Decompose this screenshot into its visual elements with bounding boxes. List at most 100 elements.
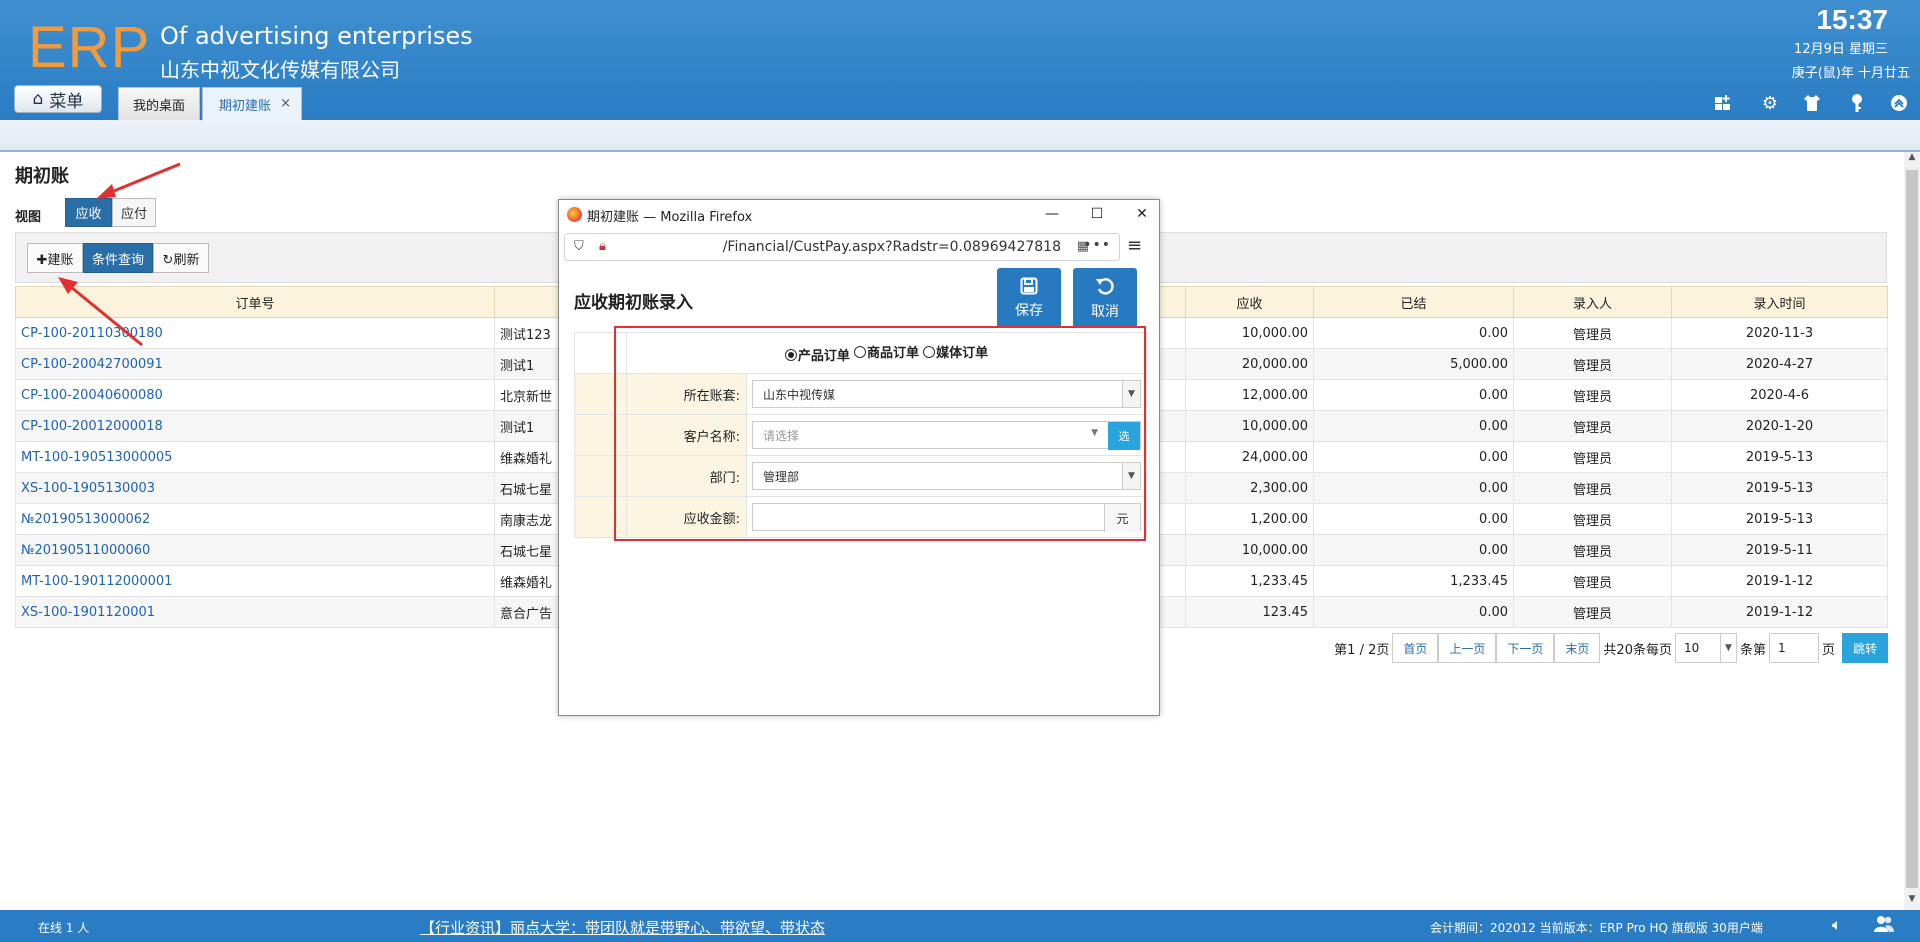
- receivable-cell: 24,000.00: [1185, 441, 1314, 473]
- settled-cell: 1,233.45: [1313, 565, 1514, 597]
- page-unit: 页: [1821, 642, 1835, 658]
- entry-time-cell: 2019-5-13: [1671, 503, 1888, 535]
- new-account-button[interactable]: ✚建账: [27, 243, 83, 273]
- page-title: 期初账: [15, 166, 69, 187]
- window-title: 期初建账 — Mozilla Firefox: [587, 210, 753, 225]
- url-text[interactable]: /Financial/CustPay.aspx?Radstr=0.0896942…: [625, 239, 1061, 255]
- order-number-link[interactable]: XS-100-1905130003: [15, 472, 495, 504]
- version-info: 会计期间：202012 当前版本：ERP Pro HQ 旗舰版 30用户端: [1430, 921, 1763, 935]
- menu-button[interactable]: ⌂ 菜单: [14, 85, 102, 113]
- app-name: Of advertising enterprises: [160, 22, 473, 50]
- arrow-to-receivable: [96, 162, 181, 199]
- order-number-link[interactable]: CP-100-20110300180: [15, 317, 495, 349]
- refresh-button[interactable]: ↻刷新: [153, 243, 209, 273]
- entry-time-cell: 2019-1-12: [1671, 565, 1888, 597]
- close-tab-icon[interactable]: ×: [280, 96, 291, 111]
- settings-icon[interactable]: ⚙: [1759, 92, 1781, 114]
- page-size-select[interactable]: 10 ▼: [1674, 633, 1737, 663]
- order-number-link[interactable]: №20190513000062: [15, 503, 495, 535]
- page-info: 第1 / 2页: [1334, 642, 1390, 658]
- receivable-cell: 10,000.00: [1185, 534, 1314, 566]
- tab-my-desktop[interactable]: 我的桌面: [118, 87, 200, 120]
- entered-by-cell: 管理员: [1513, 441, 1672, 473]
- go-page-button[interactable]: 跳转: [1842, 633, 1888, 663]
- cancel-button[interactable]: 取消: [1073, 268, 1137, 328]
- scroll-down-icon[interactable]: ▼: [1904, 894, 1920, 910]
- clock-time: 15:37: [1816, 4, 1888, 35]
- page-scrollbar[interactable]: ▲ ▼: [1904, 152, 1920, 910]
- opening-account-popup-window: 期初建账 — Mozilla Firefox — ☐ ✕ ⛉ 🔒︎ /Finan…: [558, 199, 1160, 716]
- entry-time-cell: 2020-4-27: [1671, 348, 1888, 380]
- settled-cell: 5,000.00: [1313, 348, 1514, 380]
- dashboard-icon[interactable]: [1713, 92, 1735, 114]
- more-icon[interactable]: •••: [1083, 237, 1111, 253]
- order-number-link[interactable]: №20190511000060: [15, 534, 495, 566]
- entry-time-cell: 2020-1-20: [1671, 410, 1888, 442]
- entered-by-cell: 管理员: [1513, 565, 1672, 597]
- total-records: 共20条每页: [1603, 642, 1672, 658]
- cancel-label: 取消: [1091, 303, 1119, 320]
- key-icon[interactable]: [1846, 92, 1868, 114]
- settled-cell: 0.00: [1313, 534, 1514, 566]
- receivable-cell: 10,000.00: [1185, 317, 1314, 349]
- receivable-cell: 123.45: [1185, 596, 1314, 628]
- maximize-icon[interactable]: ☐: [1082, 203, 1112, 225]
- settled-cell: 0.00: [1313, 596, 1514, 628]
- last-page-button[interactable]: 末页: [1554, 633, 1601, 663]
- page-size-value: 10: [1683, 641, 1700, 655]
- condition-query-button[interactable]: 条件查询: [83, 243, 153, 273]
- shield-icon[interactable]: ⛉: [574, 239, 584, 254]
- entered-by-cell: 管理员: [1513, 472, 1672, 504]
- shirt-icon[interactable]: [1801, 92, 1823, 114]
- entered-by-cell: 管理员: [1513, 379, 1672, 411]
- tab-opening-accounts[interactable]: 期初建账 ×: [202, 87, 302, 120]
- status-bar: 在线 1 人 【行业资讯】丽点大学：带团队就是带野心、带欲望、带状态 会计期间：…: [0, 910, 1920, 942]
- view-label: 视图: [15, 210, 42, 225]
- page-number-input[interactable]: 1: [1768, 633, 1819, 663]
- first-page-button[interactable]: 首页: [1392, 633, 1439, 663]
- order-number-link[interactable]: CP-100-20040600080: [15, 379, 495, 411]
- column-header-entered-by[interactable]: 录入人: [1513, 286, 1672, 318]
- window-titlebar[interactable]: 期初建账 — Mozilla Firefox — ☐ ✕: [559, 200, 1159, 228]
- order-number-link[interactable]: CP-100-20012000018: [15, 410, 495, 442]
- settled-cell: 0.00: [1313, 441, 1514, 473]
- receivable-cell: 1,233.45: [1185, 565, 1314, 597]
- close-window-icon[interactable]: ✕: [1127, 203, 1157, 225]
- sub-header-bar: [0, 120, 1920, 152]
- order-number-link[interactable]: MT-100-190513000005: [15, 441, 495, 473]
- column-header-receivable[interactable]: 应收: [1185, 286, 1314, 318]
- users-icon[interactable]: [1874, 915, 1894, 937]
- company-name: 山东中视文化传媒有限公司: [160, 58, 400, 82]
- column-header-order-no[interactable]: 订单号: [15, 286, 495, 318]
- settled-cell: 0.00: [1313, 379, 1514, 411]
- settled-cell: 0.00: [1313, 317, 1514, 349]
- insecure-lock-icon[interactable]: 🔒︎: [599, 239, 606, 254]
- news-ticker-link[interactable]: 【行业资讯】丽点大学：带团队就是带野心、带欲望、带状态: [420, 917, 825, 938]
- url-bar[interactable]: ⛉ 🔒︎ /Financial/CustPay.aspx?Radstr=0.08…: [564, 233, 1120, 261]
- order-number-link[interactable]: CP-100-20042700091: [15, 348, 495, 380]
- save-button[interactable]: 保存: [997, 268, 1061, 328]
- order-number-link[interactable]: XS-100-1901120001: [15, 596, 495, 628]
- next-page-button[interactable]: 下一页: [1496, 633, 1555, 663]
- clock-lunar-date: 庚子(鼠)年 十月廿五: [1791, 66, 1910, 81]
- pagination: 第1 / 2页 首页 上一页 下一页 末页 共20条每页 10 ▼ 条第 1 页…: [1331, 633, 1888, 663]
- column-header-entry-time[interactable]: 录入时间: [1671, 286, 1888, 318]
- entered-by-cell: 管理员: [1513, 596, 1672, 628]
- settled-cell: 0.00: [1313, 410, 1514, 442]
- order-number-link[interactable]: MT-100-190112000001: [15, 565, 495, 597]
- menu-label: 菜单: [49, 91, 84, 112]
- scroll-up-icon[interactable]: ▲: [1904, 152, 1920, 168]
- speaker-icon[interactable]: 🔈︎: [1832, 915, 1842, 935]
- collapse-icon[interactable]: [1888, 92, 1910, 114]
- column-header-settled[interactable]: 已结: [1313, 286, 1514, 318]
- view-receivable-button[interactable]: 应收: [65, 198, 112, 227]
- tab-label: 我的桌面: [132, 98, 185, 114]
- settled-cell: 0.00: [1313, 472, 1514, 504]
- entry-time-cell: 2020-4-6: [1671, 379, 1888, 411]
- prev-page-button[interactable]: 上一页: [1438, 633, 1497, 663]
- scrollbar-thumb[interactable]: [1906, 170, 1918, 888]
- hamburger-menu-icon[interactable]: ≡: [1127, 235, 1142, 256]
- view-payable-button[interactable]: 应付: [112, 198, 156, 227]
- receivable-cell: 1,200.00: [1185, 503, 1314, 535]
- minimize-icon[interactable]: —: [1037, 203, 1067, 225]
